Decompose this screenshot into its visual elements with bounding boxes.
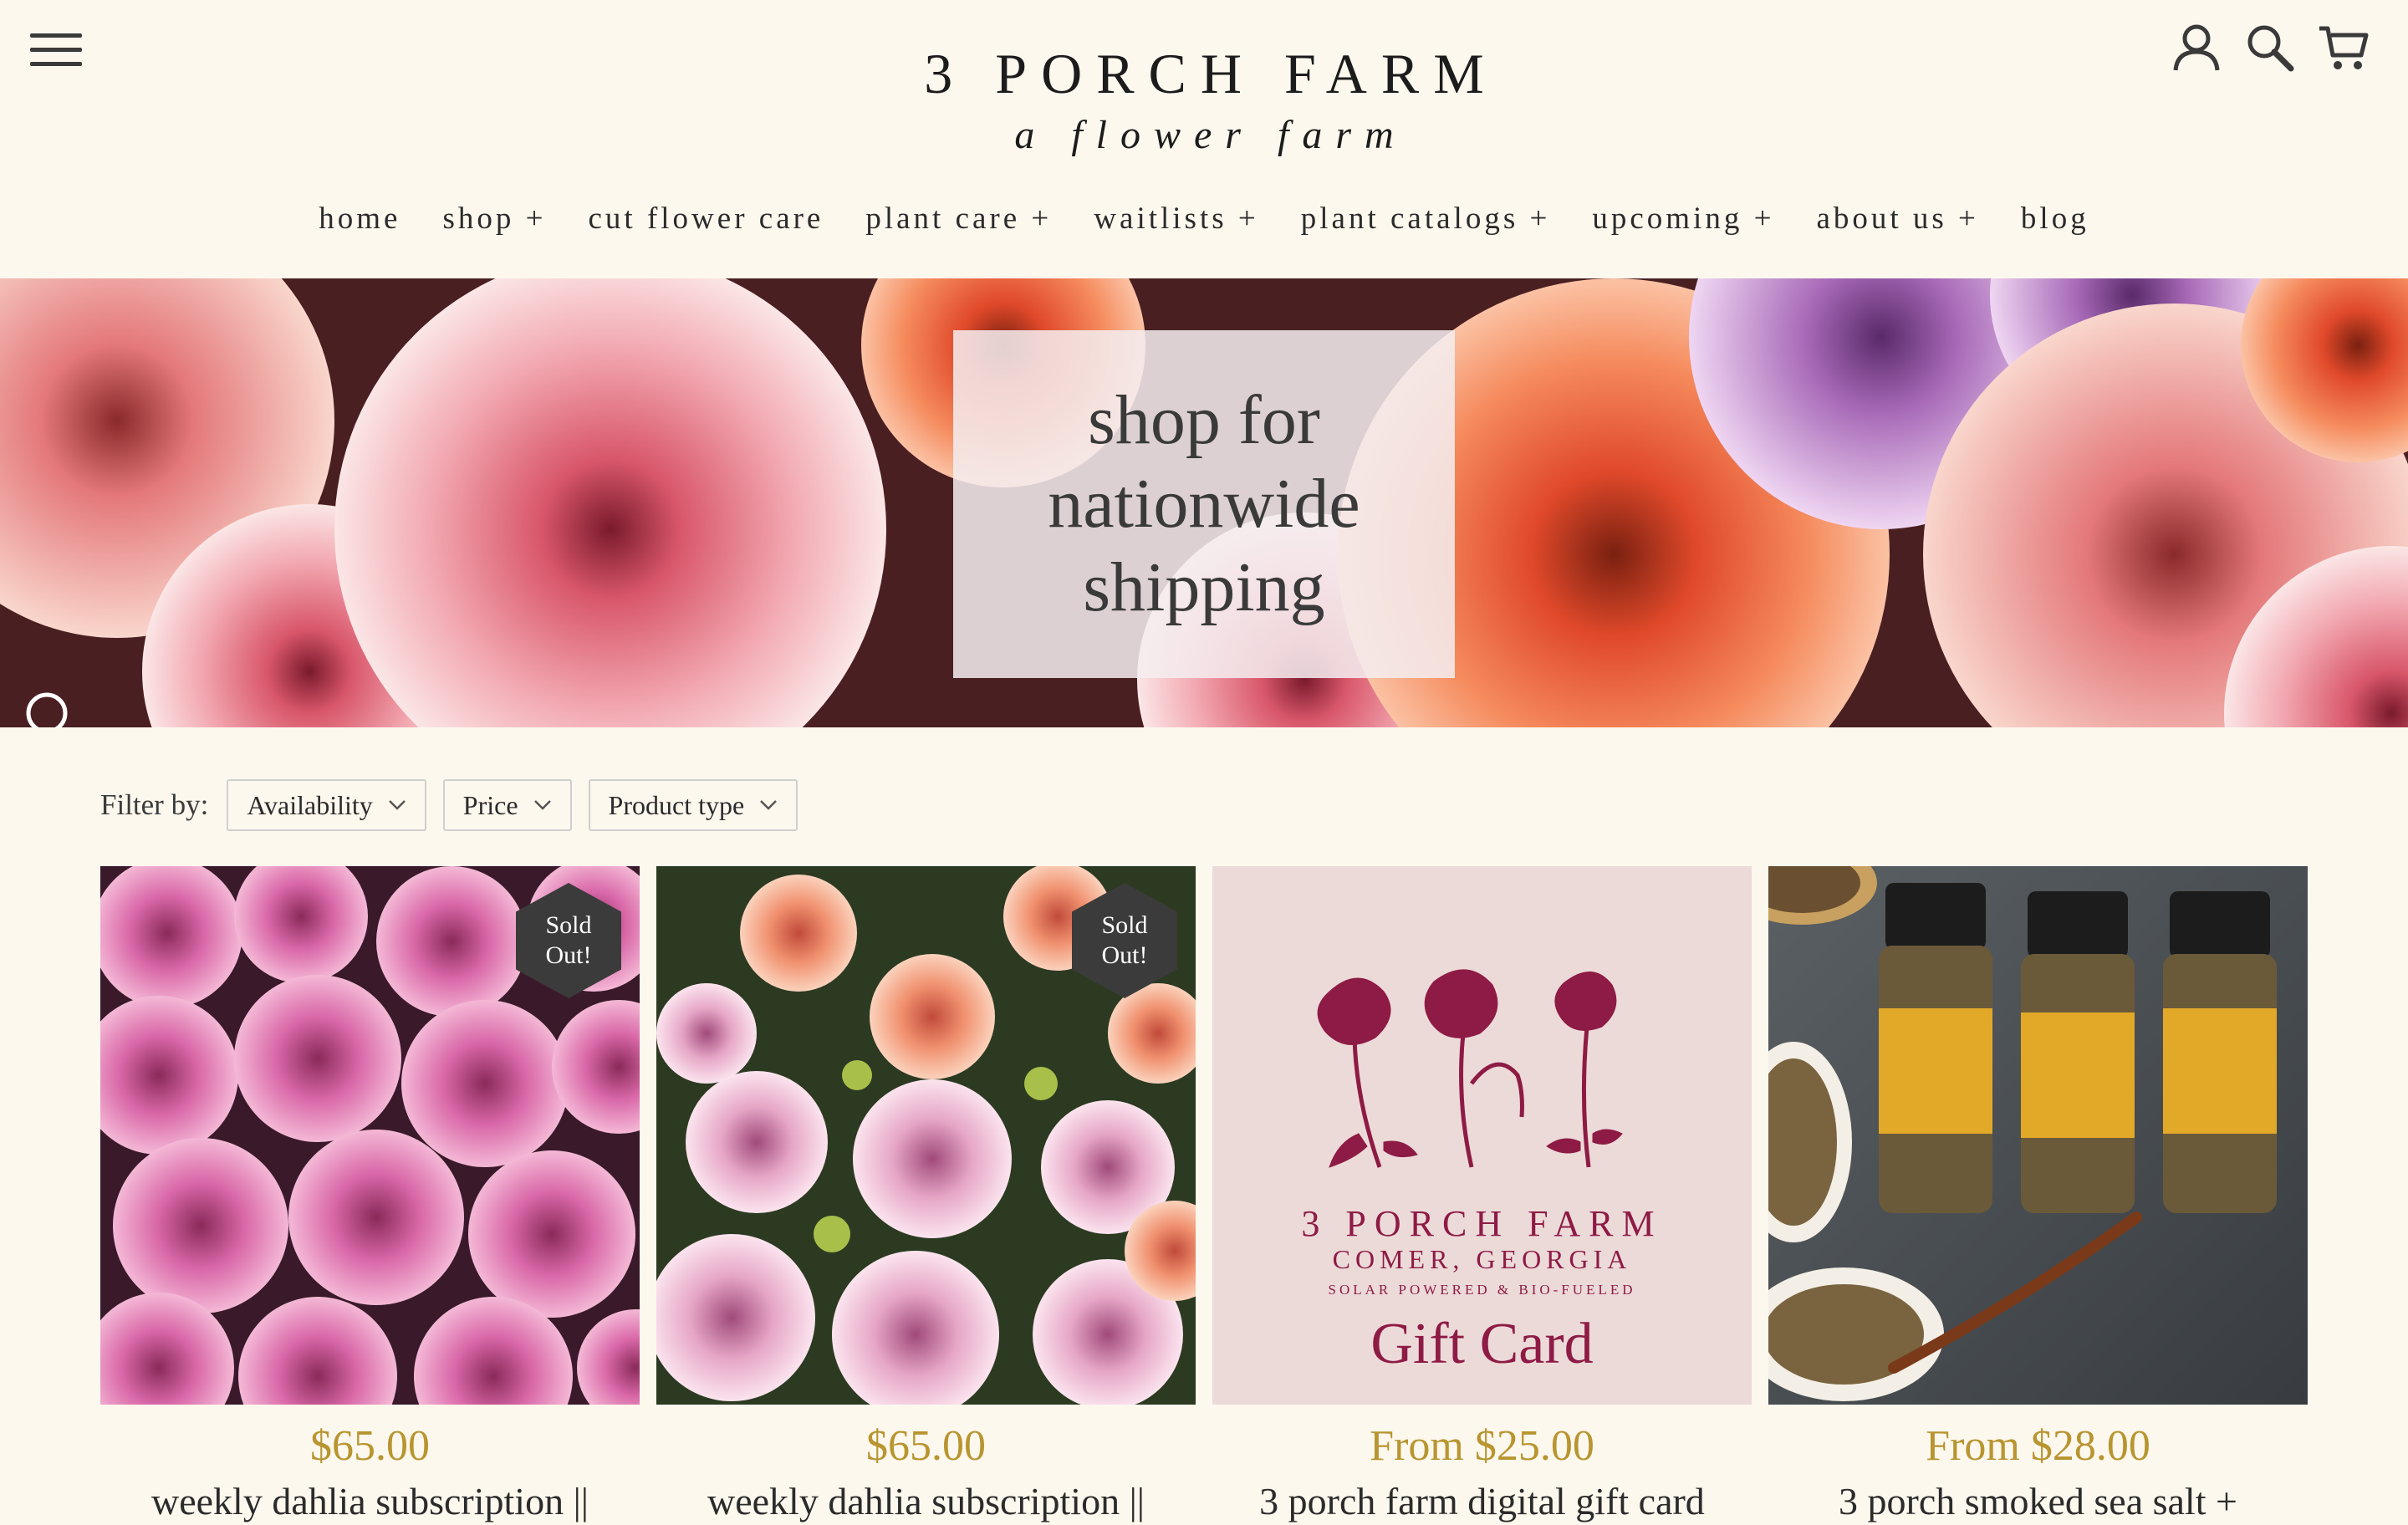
main-nav: home shop + cut flower care plant care +… — [0, 201, 2408, 237]
nav-waitlists[interactable]: waitlists + — [1094, 201, 1258, 237]
product-card[interactable]: Sold Out! $65.00 weekly dahlia subscript… — [656, 866, 1196, 1525]
product-image[interactable]: 3 PORCH FARM COMER, GEORGIA SOLAR POWERE… — [1212, 866, 1752, 1405]
filter-availability-label: Availability — [247, 789, 373, 820]
hero-heading: shop for nationwide shipping — [1048, 381, 1360, 626]
filter-price-label: Price — [462, 789, 518, 820]
gift-card-motto: SOLAR POWERED & BIO-FUELED — [1328, 1282, 1636, 1298]
badge-line: Out! — [545, 941, 592, 969]
brand-name: 3 PORCH FARM — [924, 42, 1498, 105]
nav-blog[interactable]: blog — [2021, 201, 2089, 237]
product-price: From $25.00 — [1370, 1422, 1594, 1470]
badge-line: Sold — [1101, 911, 1148, 939]
product-image[interactable] — [1768, 866, 2308, 1405]
filter-label: Filter by: — [100, 788, 209, 821]
filter-price[interactable]: Price — [442, 779, 572, 831]
hero-overlay[interactable]: shop for nationwide shipping — [953, 330, 1455, 678]
chevron-down-icon — [533, 800, 551, 810]
nav-upcoming[interactable]: upcoming + — [1592, 201, 1774, 237]
product-title[interactable]: 3 porch farm digital gift card — [1212, 1478, 1752, 1525]
product-grid: Sold Out! $65.00 weekly dahlia subscript… — [100, 866, 2308, 1525]
nav-plant-catalogs[interactable]: plant catalogs + — [1301, 201, 1551, 237]
nav-shop[interactable]: shop + — [442, 201, 546, 237]
product-card[interactable]: Sold Out! $65.00 weekly dahlia subscript… — [100, 866, 640, 1525]
filter-availability[interactable]: Availability — [227, 779, 426, 831]
nav-home[interactable]: home — [319, 201, 400, 237]
brand-tagline: a flower farm — [1014, 113, 1407, 157]
product-title[interactable]: weekly dahlia subscription || — [656, 1478, 1196, 1525]
product-price: $65.00 — [310, 1422, 430, 1470]
filter-product-type-label: Product type — [608, 789, 745, 820]
sea-salt-jars-image — [1768, 866, 2308, 1405]
chevron-down-icon — [388, 800, 406, 810]
product-price: From $28.00 — [1926, 1422, 2150, 1470]
chevron-down-icon — [760, 800, 778, 810]
gift-card-label: Gift Card — [1370, 1312, 1594, 1376]
product-price: $65.00 — [866, 1422, 986, 1470]
badge-line: Sold — [545, 911, 592, 939]
product-card[interactable]: From $28.00 3 porch smoked sea salt + — [1768, 866, 2308, 1525]
product-card[interactable]: 3 PORCH FARM COMER, GEORGIA SOLAR POWERE… — [1212, 866, 1752, 1525]
nav-plant-care[interactable]: plant care + — [865, 201, 1052, 237]
gift-card-farm-name: 3 PORCH FARM — [1301, 1203, 1663, 1244]
nav-cut-flower-care[interactable]: cut flower care — [589, 201, 824, 237]
site-logo[interactable]: 3 PORCH FARM a flower farm — [0, 40, 2408, 161]
hero-banner: shop for nationwide shipping — [0, 278, 2408, 727]
filter-product-type[interactable]: Product type — [588, 779, 798, 831]
nav-about-us[interactable]: about us + — [1816, 201, 1978, 237]
product-title[interactable]: weekly dahlia subscription || — [100, 1478, 640, 1525]
badge-line: Out! — [1101, 941, 1148, 969]
filter-bar: Filter by: Availability Price Product ty… — [100, 779, 798, 831]
product-image[interactable]: Sold Out! — [656, 866, 1196, 1405]
product-image[interactable]: Sold Out! — [100, 866, 640, 1405]
gift-card-location: COMER, GEORGIA — [1332, 1244, 1632, 1274]
product-title[interactable]: 3 porch smoked sea salt + — [1768, 1478, 2308, 1525]
